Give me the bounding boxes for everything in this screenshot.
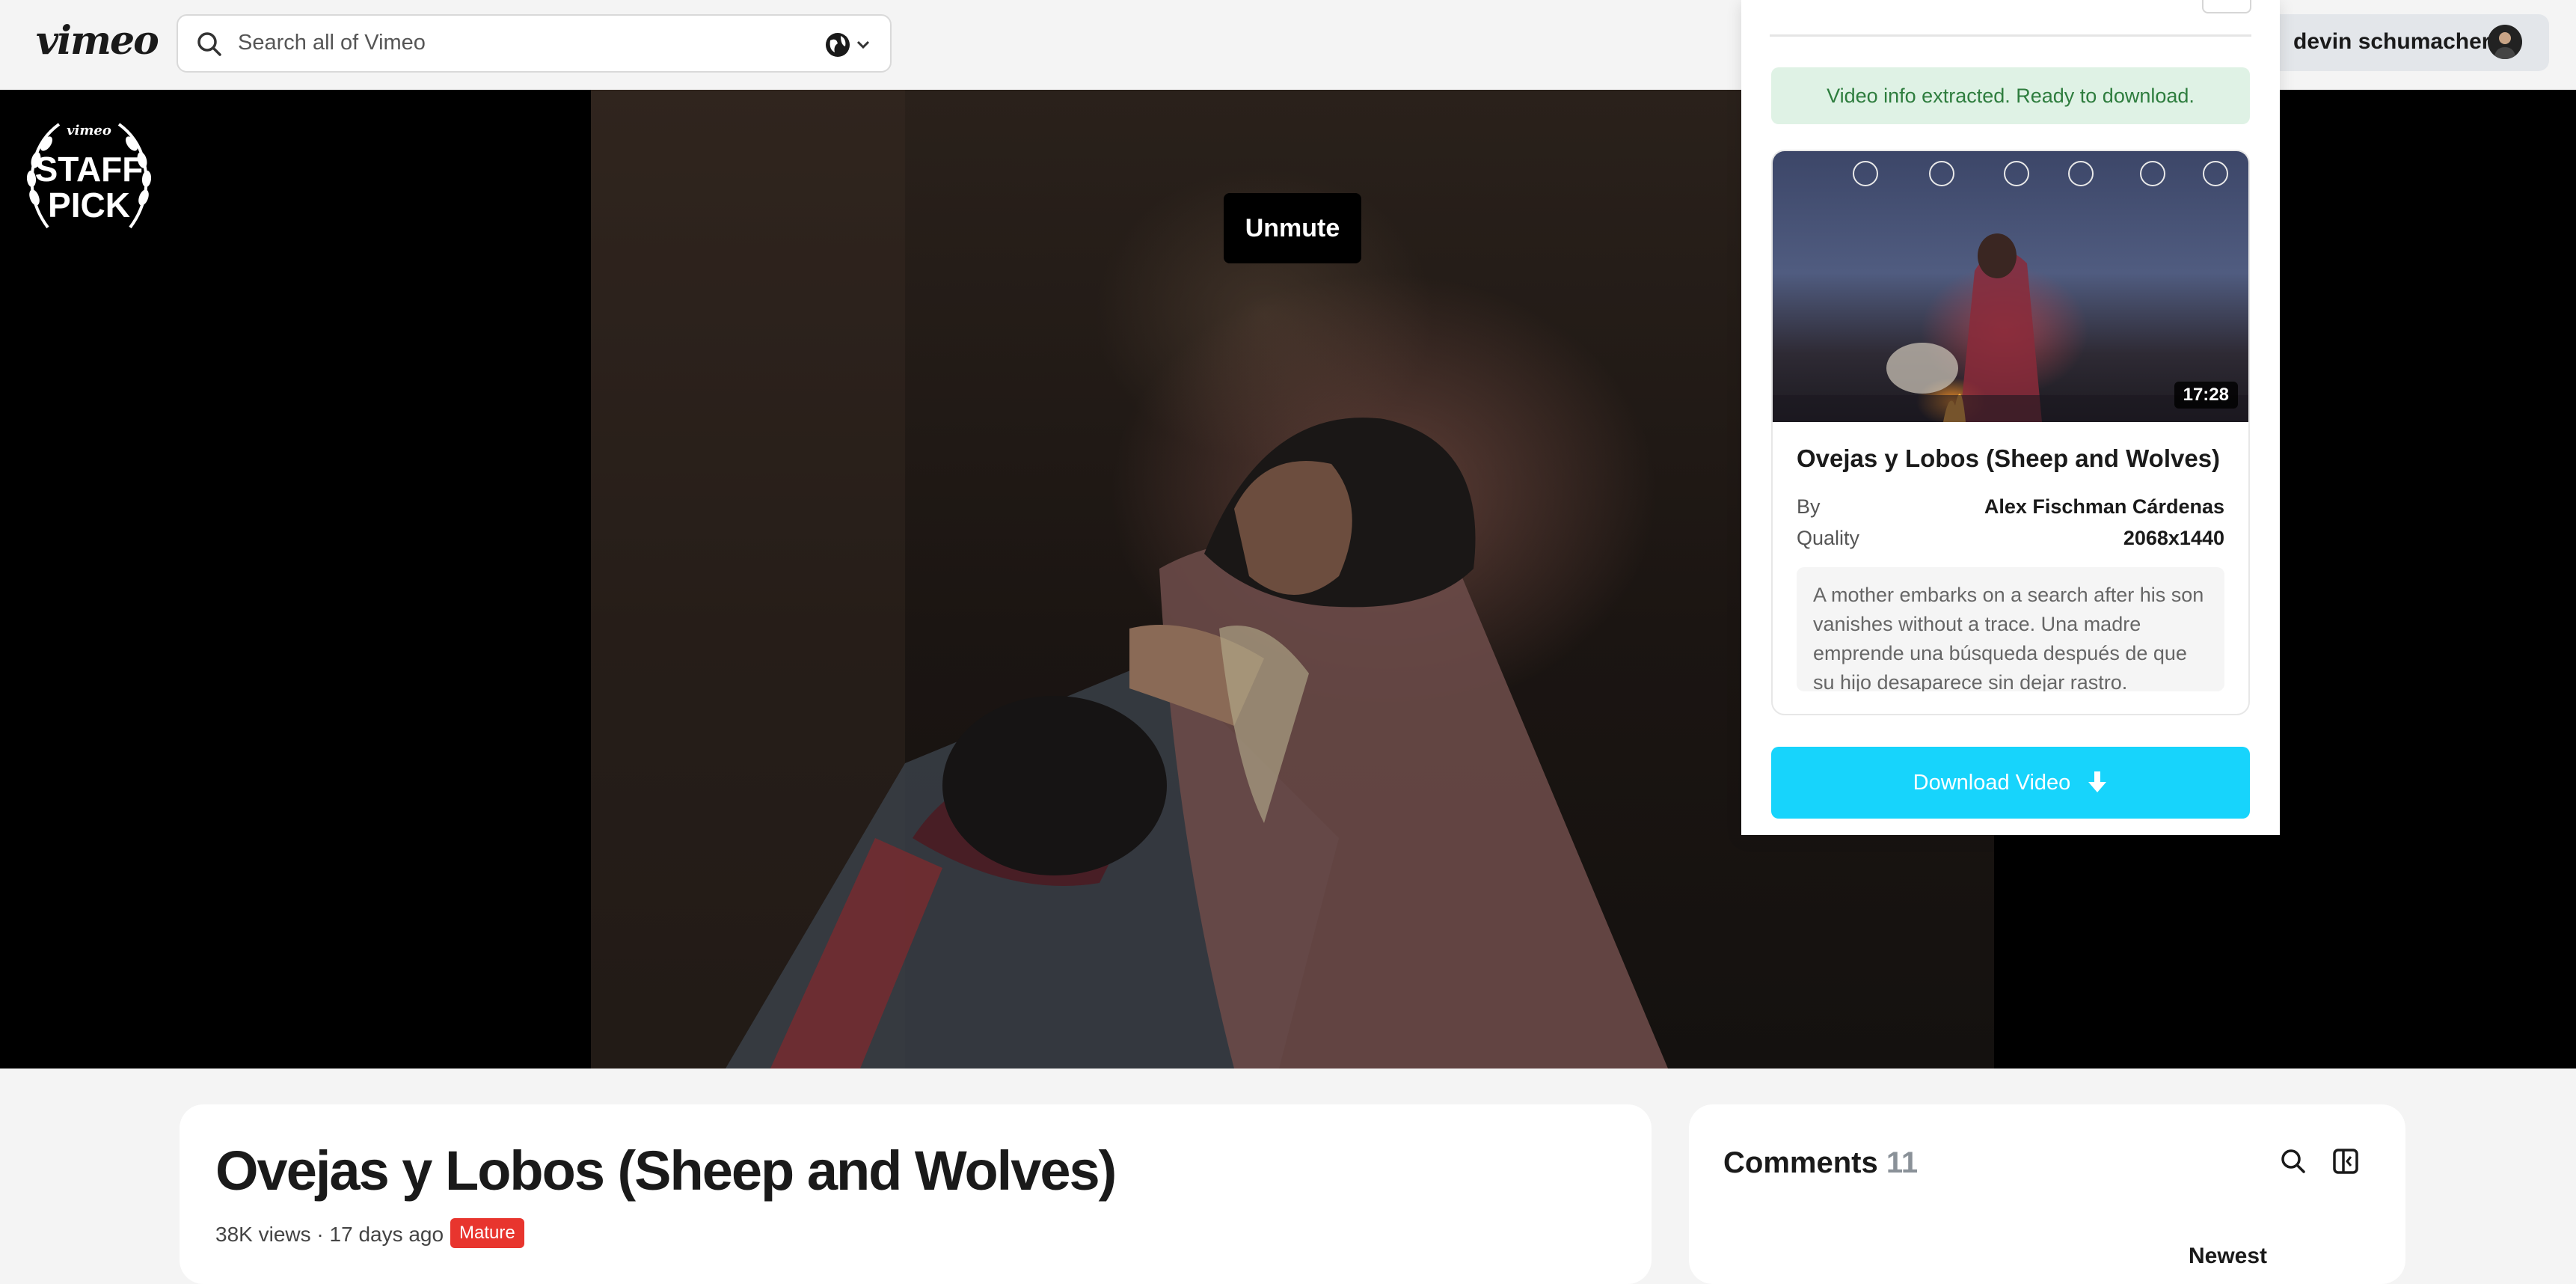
by-label: By [1797,495,1821,518]
video-meta: 38K views · 17 days ago [215,1223,444,1246]
video-title: Ovejas y Lobos (Sheep and Wolves) [215,1140,1117,1202]
video-preview-card: 17:28 Ovejas y Lobos (Sheep and Wolves) … [1771,150,2250,715]
comments-sort-dropdown[interactable]: Newest [2189,1244,2267,1269]
video-info-card: Ovejas y Lobos (Sheep and Wolves) 38K vi… [180,1104,1652,1284]
chevron-down-icon[interactable] [856,38,871,52]
preview-video-title: Ovejas y Lobos (Sheep and Wolves) [1797,444,2221,472]
staff-pick-badge: vimeo STAFF PICK [18,108,160,250]
view-count: 38K views [215,1223,311,1246]
downloader-popup: Video info extracted. Ready to download.… [1741,0,2280,835]
comments-count: 11 [1886,1146,1919,1179]
author-value: Alex Fischman Cárdenas [1984,495,2224,518]
avatar[interactable] [2488,25,2522,59]
unmute-button[interactable]: Unmute [1224,193,1361,263]
staff-pick-line2: PICK [48,186,130,224]
comments-search-icon[interactable] [2278,1146,2308,1176]
user-menu[interactable]: devin schumacher [2259,14,2549,71]
video-thumbnail: 17:28 [1773,151,2248,422]
popup-close-button[interactable] [2202,0,2251,13]
video-description: A mother embarks on a search after his s… [1797,567,2224,691]
duration-badge: 17:28 [2174,382,2238,409]
popup-divider [1770,34,2251,37]
author-row: By Alex Fischman Cárdenas [1797,495,2224,525]
search-input[interactable]: Search all of Vimeo [238,31,426,55]
quality-value: 2068x1440 [2123,527,2224,549]
search-bar[interactable]: Search all of Vimeo [177,14,892,73]
comments-header: Comments 11 [1723,1146,1918,1180]
upload-age: 17 days ago [329,1223,444,1246]
download-arrow-icon [2088,771,2107,792]
staff-pick-brand: vimeo [67,123,111,138]
user-name: devin schumacher [2293,29,2491,54]
globe-icon[interactable] [823,30,853,60]
vimeo-logo[interactable]: vimeo [36,18,159,64]
download-video-button[interactable]: Download Video [1771,747,2250,819]
mature-badge: Mature [450,1218,524,1248]
quality-label: Quality [1797,527,1860,549]
quality-row: Quality 2068x1440 [1797,527,2224,557]
comments-label: Comments [1723,1146,1878,1179]
download-label: Download Video [1913,771,2071,795]
staff-pick-line1: STAFF [34,150,144,189]
search-icon [197,32,221,56]
comments-panel-icon[interactable] [2331,1146,2361,1176]
comments-panel: Comments 11 Newest [1689,1104,2405,1284]
status-message: Video info extracted. Ready to download. [1771,67,2250,124]
